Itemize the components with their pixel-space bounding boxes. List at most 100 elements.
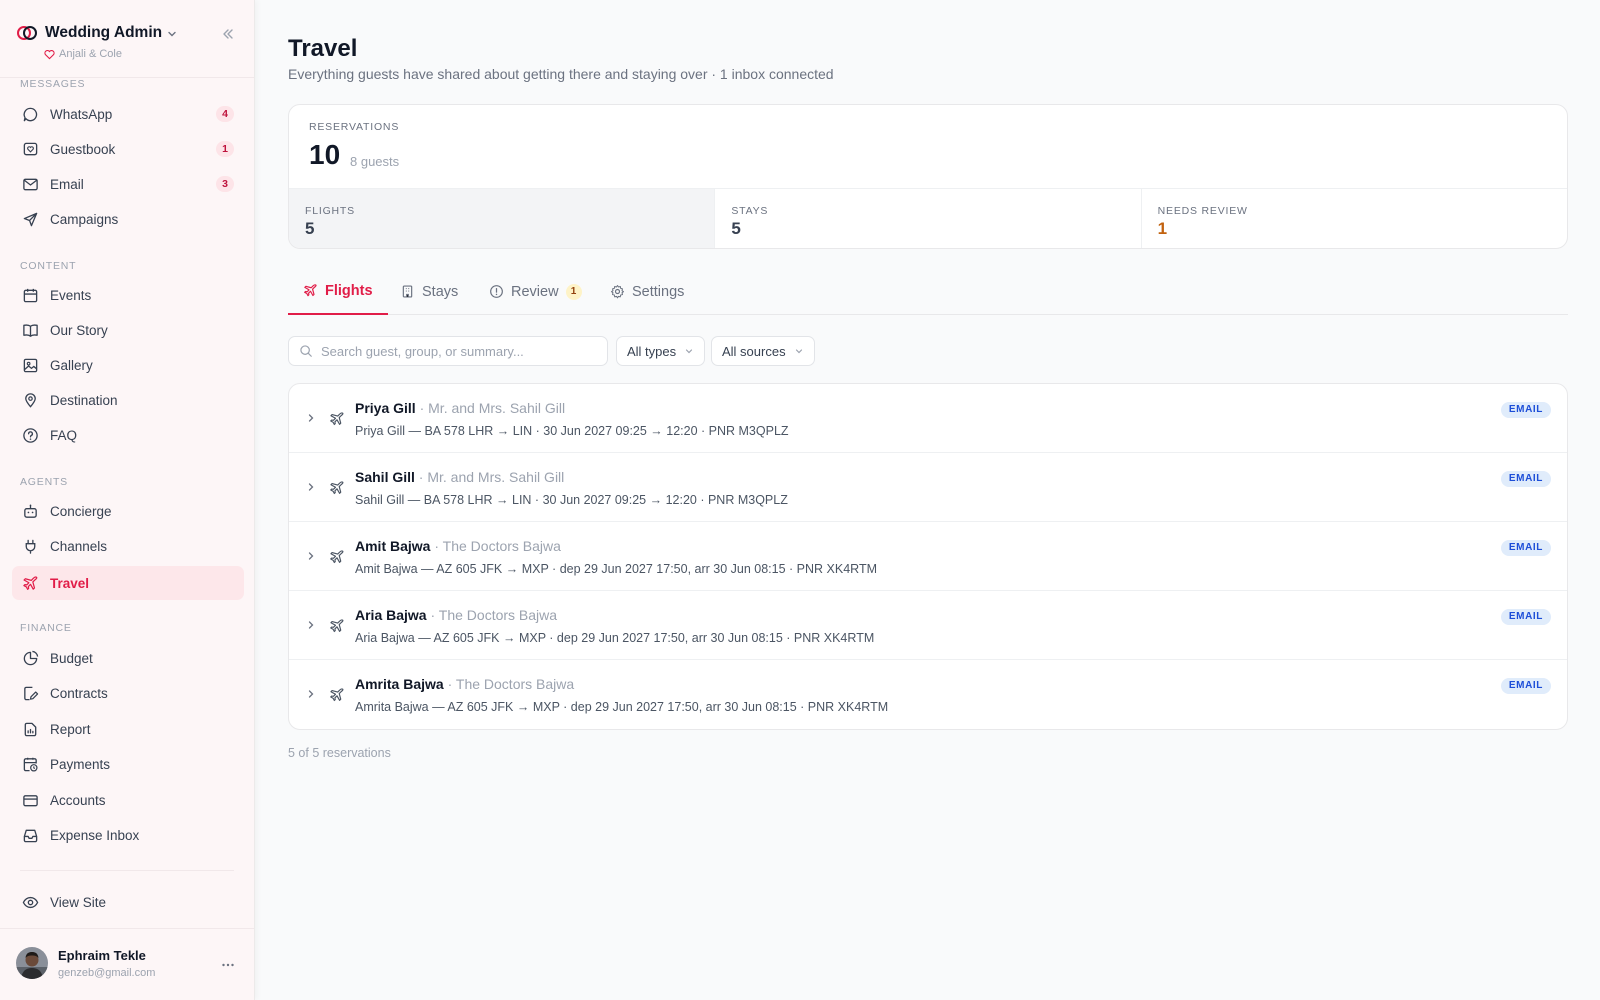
reservation-summary: Aria Bajwa — AZ 605 JFK → MXP · dep 29 J… [355,631,875,645]
tab-review[interactable]: Review 1 [474,268,597,315]
sidebar-item-accounts[interactable]: Accounts [12,783,244,817]
reservation-title: Amit Bajwa · The Doctors Bajwa [355,538,561,554]
eye-icon [22,896,39,908]
stat-label: FLIGHTS [305,205,355,217]
reservation-row[interactable]: Amrita Bajwa · The Doctors Bajwa Amrita … [289,660,1567,729]
mail-icon [23,178,38,190]
sidebar-item-events[interactable]: Events [12,278,244,312]
type-filter-select[interactable]: All types [616,336,706,366]
plug-icon [25,539,36,554]
search-input[interactable] [321,343,591,359]
collapse-sidebar-icon[interactable] [220,26,236,42]
unread-badge: 1 [216,141,234,157]
heart-icon [44,49,55,59]
stat-value: 5 [305,219,315,238]
stat-stays[interactable]: STAYS 5 [715,189,1142,248]
plane-icon [330,412,344,426]
chevron-right-icon[interactable] [305,688,317,700]
credit-card-icon [23,794,38,806]
sidebar-item-label: WhatsApp [50,106,113,122]
reservation-row[interactable]: Aria Bajwa · The Doctors Bajwa Aria Bajw… [289,591,1567,660]
select-value: All types [627,343,677,359]
inbox-icon [23,829,38,842]
sidebar-item-view-site[interactable]: View Site [12,885,244,919]
reservation-title: Priya Gill · Mr. and Mrs. Sahil Gill [355,400,565,416]
chevron-down-icon [168,31,176,37]
chevron-down-icon [795,349,802,354]
guest-group: · Mr. and Mrs. Sahil Gill [414,469,565,485]
sidebar-item-label: Campaigns [50,211,119,227]
stat-needs-review[interactable]: NEEDS REVIEW 1 [1142,189,1567,248]
source-filter-select[interactable]: All sources [711,336,815,366]
sidebar-item-label: Email [50,176,84,192]
pie-chart-icon [23,650,39,665]
sidebar-item-label: Expense Inbox [50,827,140,843]
sidebar-item-guestbook[interactable]: Guestbook 1 [12,132,244,166]
calendar-icon [23,288,38,302]
guest-group: · Mr. and Mrs. Sahil Gill [415,400,566,416]
chevron-right-icon[interactable] [305,619,317,631]
sidebar-item-concierge[interactable]: Concierge [12,494,244,528]
sidebar-item-payments[interactable]: Payments [12,747,244,781]
sidebar-item-travel[interactable]: Travel [12,566,244,600]
page-title: Travel [288,35,358,62]
sidebar-item-label: FAQ [50,427,78,443]
chat-bubble-icon [23,107,38,121]
divider [20,870,234,871]
sidebar-item-our-story[interactable]: Our Story [12,313,244,347]
sidebar-item-budget[interactable]: Budget [12,641,244,675]
tab-label: Settings [632,283,685,300]
guest-name: Priya Gill [355,400,416,416]
plane-icon [330,688,344,702]
sidebar-item-gallery[interactable]: Gallery [12,348,244,382]
reservation-summary: Sahil Gill — BA 578 LHR → LIN · 30 Jun 2… [355,493,788,507]
reservations-count: 10 [309,139,341,170]
tab-flights[interactable]: Flights [288,268,388,315]
guest-name: Aria Bajwa [355,607,427,623]
sidebar-item-destination[interactable]: Destination [12,383,244,417]
stat-flights[interactable]: FLIGHTS 5 [289,189,716,248]
building-icon [402,285,413,298]
sidebar-item-faq[interactable]: FAQ [12,418,244,452]
reservation-row[interactable]: Amit Bajwa · The Doctors Bajwa Amit Bajw… [289,522,1567,591]
review-count-badge: 1 [565,283,582,300]
sidebar-item-campaigns[interactable]: Campaigns [12,202,244,236]
brand-switcher[interactable]: Wedding Admin Anjali & Cole [16,22,238,62]
chevron-right-icon[interactable] [305,412,317,424]
brand-title: Wedding Admin [45,24,163,41]
reservation-row[interactable]: Sahil Gill · Mr. and Mrs. Sahil Gill Sah… [289,453,1567,522]
plane-icon [330,481,344,495]
robot-icon [24,504,37,518]
sidebar-item-whatsapp[interactable]: WhatsApp 4 [12,97,244,131]
chevron-right-icon[interactable] [305,550,317,562]
chevron-right-icon[interactable] [305,481,317,493]
tab-stays[interactable]: Stays [385,268,473,315]
guest-name: Amit Bajwa [355,538,431,554]
report-icon [24,722,37,736]
more-options-icon[interactable] [220,957,236,973]
plane-icon [330,619,344,633]
source-badge: EMAIL [1500,471,1551,487]
sidebar-item-contracts[interactable]: Contracts [12,676,244,710]
reservation-row[interactable]: Priya Gill · Mr. and Mrs. Sahil Gill Pri… [289,384,1567,453]
tab-settings[interactable]: Settings [595,268,699,315]
reservation-list: Priya Gill · Mr. and Mrs. Sahil Gill Pri… [288,383,1568,730]
sidebar-item-report[interactable]: Report [12,712,244,746]
plane-icon [23,575,38,590]
reservations-label: RESERVATIONS [309,121,400,133]
sidebar-item-channels[interactable]: Channels [12,529,244,563]
sidebar-item-label: Channels [50,538,108,554]
tab-label: Review [511,283,559,300]
user-profile[interactable]: Ephraim Tekle genzeb@gmail.com [0,928,254,1000]
chevron-down-icon [686,349,693,354]
select-value: All sources [722,343,786,359]
avatar [16,947,48,979]
sidebar-item-expense-inbox[interactable]: Expense Inbox [12,818,244,852]
reservation-summary: Priya Gill — BA 578 LHR → LIN · 30 Jun 2… [355,424,789,438]
search-box [288,336,608,366]
rings-logo-icon [17,26,37,40]
source-badge: EMAIL [1500,540,1551,556]
sidebar-item-label: View Site [50,894,107,910]
reservation-title: Sahil Gill · Mr. and Mrs. Sahil Gill [355,469,564,485]
sidebar-item-email[interactable]: Email 3 [12,167,244,201]
